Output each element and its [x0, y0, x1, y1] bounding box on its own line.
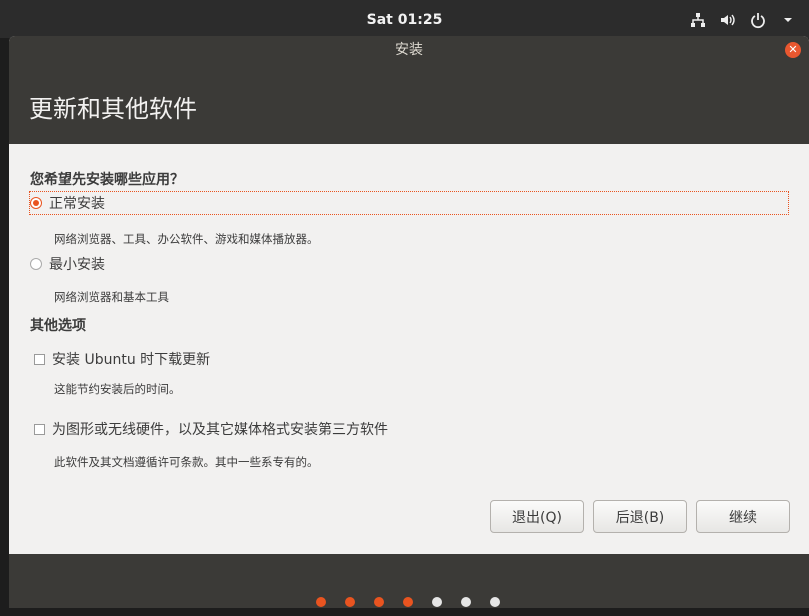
progress-dot-pending	[490, 597, 500, 607]
download-updates-label[interactable]: 安装 Ubuntu 时下载更新	[52, 349, 210, 369]
volume-icon[interactable]	[719, 11, 737, 29]
apps-question: 您希望先安装哪些应用？	[30, 172, 184, 188]
normal-install-label[interactable]: 正常安装	[49, 193, 105, 213]
third-party-checkbox[interactable]	[34, 423, 45, 435]
button-row: 退出(Q) 后退(B) 继续	[490, 500, 790, 533]
normal-install-desc: 网络浏览器、工具、办公软件、游戏和媒体播放器。	[54, 232, 319, 246]
content-area: 您希望先安装哪些应用？ 正常安装 网络浏览器、工具、办公软件、游戏和媒体播放器。…	[9, 144, 809, 554]
top-bar: Sat 01:25	[0, 0, 809, 38]
window-titlebar[interactable]: 安装 ✕	[9, 36, 809, 65]
network-icon[interactable]	[689, 11, 707, 29]
quit-button[interactable]: 退出(Q)	[490, 500, 584, 533]
power-icon[interactable]	[749, 11, 767, 29]
clock[interactable]: Sat 01:25	[0, 12, 809, 28]
download-updates-desc: 这能节约安装后的时间。	[54, 382, 181, 396]
back-button[interactable]: 后退(B)	[593, 500, 687, 533]
download-updates-option[interactable]: 安装 Ubuntu 时下载更新	[30, 349, 210, 369]
continue-button[interactable]: 继续	[696, 500, 790, 533]
normal-install-option[interactable]: 正常安装	[29, 191, 789, 215]
page-header: 更新和其他软件	[9, 65, 809, 144]
progress-dot-completed	[374, 597, 384, 607]
menu-caret-icon[interactable]	[779, 11, 797, 29]
third-party-option[interactable]: 为图形或无线硬件，以及其它媒体格式安装第三方软件	[30, 419, 388, 439]
progress-dot-completed	[345, 597, 355, 607]
minimal-install-label[interactable]: 最小安装	[49, 254, 105, 274]
download-updates-checkbox[interactable]	[34, 353, 45, 365]
radio-unselected-icon[interactable]	[30, 258, 42, 270]
third-party-desc: 此软件及其文档遵循许可条款。其中一些系专有的。	[54, 455, 319, 469]
progress-dot-completed	[403, 597, 413, 607]
installer-window: 安装 ✕ 更新和其他软件 您希望先安装哪些应用？ 正常安装 网络浏览器、工具、办…	[9, 36, 809, 608]
progress-dots	[316, 597, 500, 607]
close-icon[interactable]: ✕	[785, 42, 801, 58]
window-title: 安装	[395, 42, 423, 58]
page-title: 更新和其他软件	[29, 95, 197, 123]
progress-dot-pending	[461, 597, 471, 607]
system-tray[interactable]	[689, 11, 797, 29]
minimal-install-desc: 网络浏览器和基本工具	[54, 290, 169, 304]
radio-selected-icon[interactable]	[30, 197, 42, 209]
progress-dot-completed	[316, 597, 326, 607]
progress-dot-pending	[432, 597, 442, 607]
minimal-install-option[interactable]: 最小安装	[30, 254, 105, 274]
other-options-title: 其他选项	[30, 318, 86, 334]
third-party-label[interactable]: 为图形或无线硬件，以及其它媒体格式安装第三方软件	[52, 419, 388, 439]
